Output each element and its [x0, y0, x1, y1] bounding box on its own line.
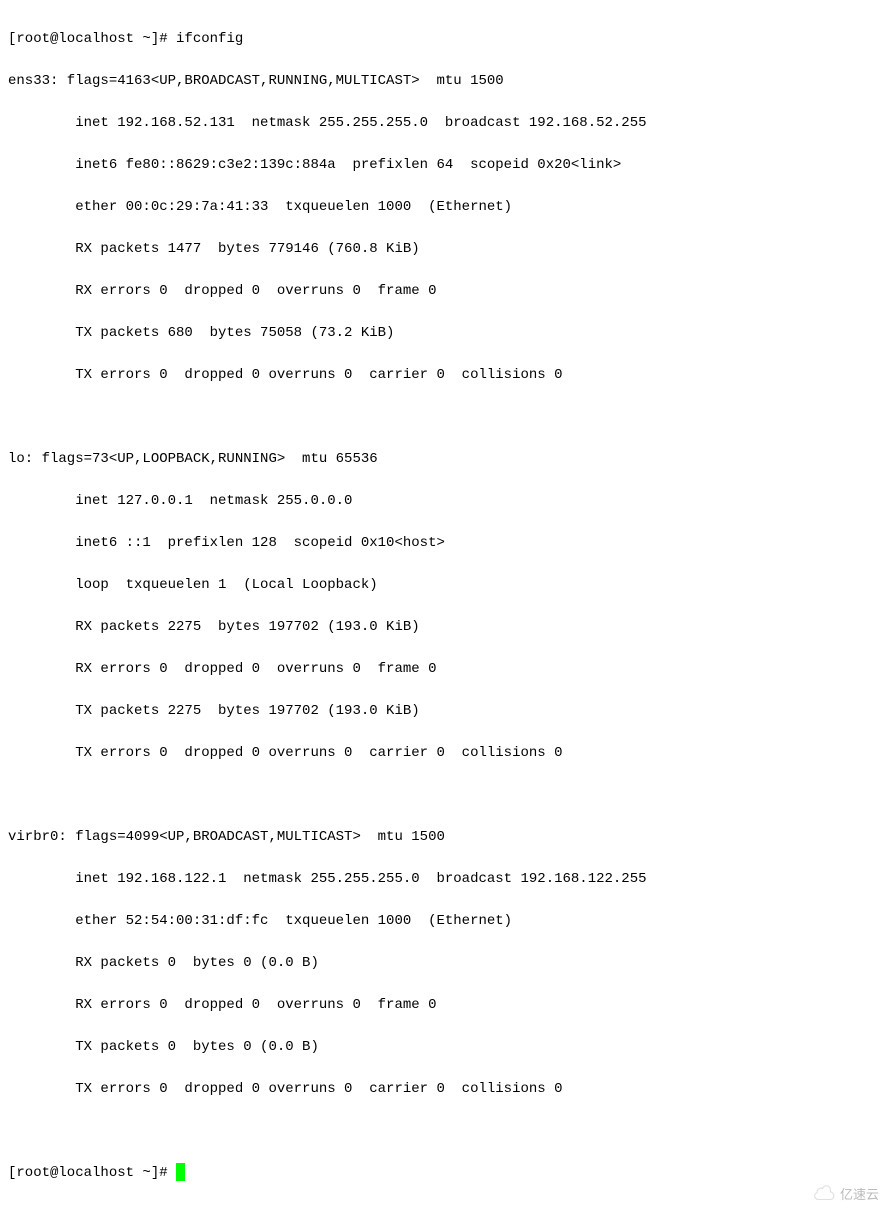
blank-line: [8, 1121, 883, 1142]
blank-line: [8, 407, 883, 428]
virbr0-inet: inet 192.168.122.1 netmask 255.255.255.0…: [8, 869, 883, 890]
watermark-text: 亿速云: [840, 1185, 879, 1205]
command-ifconfig: ifconfig: [176, 31, 243, 47]
ens33-inet6: inet6 fe80::8629:c3e2:139c:884a prefixle…: [8, 155, 883, 176]
virbr0-tx-errors: TX errors 0 dropped 0 overruns 0 carrier…: [8, 1079, 883, 1100]
prompt-line-2[interactable]: [root@localhost ~]#: [8, 1163, 883, 1184]
lo-tx-errors: TX errors 0 dropped 0 overruns 0 carrier…: [8, 743, 883, 764]
cursor-icon: [176, 1163, 185, 1181]
virbr0-header: virbr0: flags=4099<UP,BROADCAST,MULTICAS…: [8, 827, 883, 848]
ens33-inet: inet 192.168.52.131 netmask 255.255.255.…: [8, 113, 883, 134]
ens33-tx-errors: TX errors 0 dropped 0 overruns 0 carrier…: [8, 365, 883, 386]
lo-inet6: inet6 ::1 prefixlen 128 scopeid 0x10<hos…: [8, 533, 883, 554]
prompt: [root@localhost ~]#: [8, 1165, 176, 1181]
lo-inet: inet 127.0.0.1 netmask 255.0.0.0: [8, 491, 883, 512]
lo-rx-packets: RX packets 2275 bytes 197702 (193.0 KiB): [8, 617, 883, 638]
virbr0-rx-errors: RX errors 0 dropped 0 overruns 0 frame 0: [8, 995, 883, 1016]
cloud-icon: [814, 1184, 836, 1206]
terminal-output[interactable]: [root@localhost ~]# ifconfig ens33: flag…: [8, 8, 883, 1205]
lo-tx-packets: TX packets 2275 bytes 197702 (193.0 KiB): [8, 701, 883, 722]
lo-rx-errors: RX errors 0 dropped 0 overruns 0 frame 0: [8, 659, 883, 680]
prompt-line: [root@localhost ~]# ifconfig: [8, 29, 883, 50]
virbr0-tx-packets: TX packets 0 bytes 0 (0.0 B): [8, 1037, 883, 1058]
ens33-ether: ether 00:0c:29:7a:41:33 txqueuelen 1000 …: [8, 197, 883, 218]
ens33-header: ens33: flags=4163<UP,BROADCAST,RUNNING,M…: [8, 71, 883, 92]
virbr0-ether: ether 52:54:00:31:df:fc txqueuelen 1000 …: [8, 911, 883, 932]
blank-line: [8, 785, 883, 806]
ens33-rx-packets: RX packets 1477 bytes 779146 (760.8 KiB): [8, 239, 883, 260]
virbr0-rx-packets: RX packets 0 bytes 0 (0.0 B): [8, 953, 883, 974]
ens33-rx-errors: RX errors 0 dropped 0 overruns 0 frame 0: [8, 281, 883, 302]
lo-header: lo: flags=73<UP,LOOPBACK,RUNNING> mtu 65…: [8, 449, 883, 470]
ens33-tx-packets: TX packets 680 bytes 75058 (73.2 KiB): [8, 323, 883, 344]
prompt: [root@localhost ~]#: [8, 31, 176, 47]
lo-loop: loop txqueuelen 1 (Local Loopback): [8, 575, 883, 596]
watermark: 亿速云: [814, 1184, 879, 1206]
